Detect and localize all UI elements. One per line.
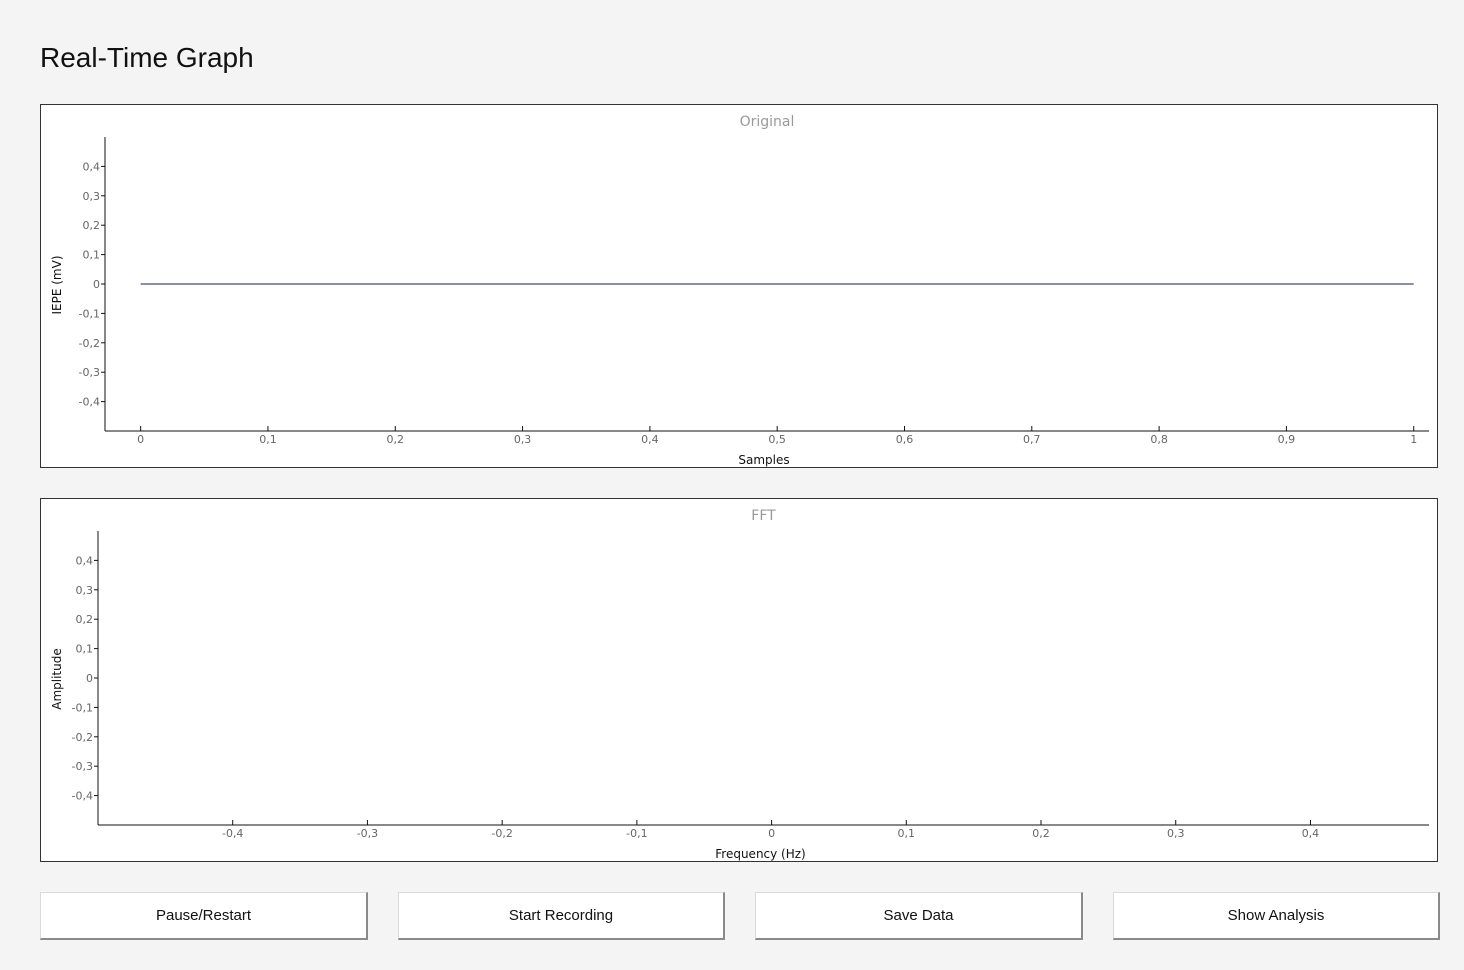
y-tick-label: -0,1 — [72, 701, 93, 714]
y-tick-label: -0,3 — [79, 366, 100, 379]
save-data-button[interactable]: Save Data — [755, 892, 1083, 940]
y-tick-label: 0,3 — [76, 584, 94, 597]
y-tick-label: 0 — [93, 278, 100, 291]
x-tick-label: 0,7 — [1023, 433, 1041, 446]
y-tick-label: 0,4 — [83, 160, 101, 173]
y-tick-label: 0,3 — [83, 190, 101, 203]
x-tick-label: 0,4 — [641, 433, 659, 446]
x-tick-label: 0,5 — [768, 433, 786, 446]
y-tick-label: -0,4 — [79, 396, 100, 409]
x-tick-label: -0,4 — [222, 827, 243, 840]
x-tick-label: -0,3 — [357, 827, 378, 840]
x-tick-label: 0,3 — [1167, 827, 1185, 840]
y-tick-label: -0,2 — [72, 731, 93, 744]
x-tick-label: -0,2 — [491, 827, 512, 840]
show-analysis-button[interactable]: Show Analysis — [1113, 892, 1440, 940]
x-tick-label: 0,9 — [1278, 433, 1296, 446]
original-chart-panel: Original 0,4 0,3 0,2 0,1 0 -0,1 -0,2 -0,3 -0,4 0 0,… — [40, 104, 1438, 468]
fft-chart-panel: FFT 0,4 0,3 0,2 0,1 0 -0,1 -0,2 -0,3 -0,4 -0,4 -0,3… — [40, 498, 1438, 862]
x-axis-title: Frequency (Hz) — [715, 847, 806, 861]
start-recording-button[interactable]: Start Recording — [398, 892, 725, 940]
x-tick-label: 0,4 — [1302, 827, 1320, 840]
y-tick-label: 0 — [86, 672, 93, 685]
y-tick-label: 0,2 — [83, 219, 101, 232]
x-tick-label: -0,1 — [626, 827, 647, 840]
y-axis-title: Amplitude — [50, 648, 64, 710]
y-tick-label: 0,1 — [76, 643, 94, 656]
chart-title: FFT — [751, 508, 776, 524]
x-tick-label: 1 — [1410, 433, 1417, 446]
y-tick-label: -0,3 — [72, 760, 93, 773]
x-tick-label: 0,2 — [1032, 827, 1050, 840]
x-tick-label: 0,1 — [898, 827, 916, 840]
x-tick-label: 0 — [137, 433, 144, 446]
y-tick-label: -0,2 — [79, 337, 100, 350]
y-axis-title: IEPE (mV) — [50, 255, 64, 314]
page-title: Real-Time Graph — [40, 42, 254, 73]
y-tick-label: -0,1 — [79, 307, 100, 320]
x-axis-title: Samples — [738, 453, 789, 467]
x-tick-label: 0,1 — [259, 433, 277, 446]
y-tick-label: 0,2 — [76, 613, 94, 626]
x-tick-label: 0,2 — [387, 433, 405, 446]
fft-chart: FFT 0,4 0,3 0,2 0,1 0 -0,1 -0,2 -0,3 -0,4 -0,4 -0,3… — [50, 508, 1429, 861]
chart-title: Original — [740, 114, 795, 130]
y-tick-label: 0,1 — [83, 249, 101, 262]
y-tick-label: 0,4 — [76, 554, 94, 567]
x-tick-label: 0,6 — [896, 433, 914, 446]
pause-restart-button[interactable]: Pause/Restart — [40, 892, 368, 940]
y-tick-label: -0,4 — [72, 790, 93, 803]
x-tick-label: 0,3 — [514, 433, 532, 446]
x-tick-label: 0,8 — [1150, 433, 1168, 446]
original-chart: Original 0,4 0,3 0,2 0,1 0 -0,1 -0,2 -0,3 -0,4 0 0,… — [50, 114, 1429, 467]
x-tick-label: 0 — [768, 827, 775, 840]
